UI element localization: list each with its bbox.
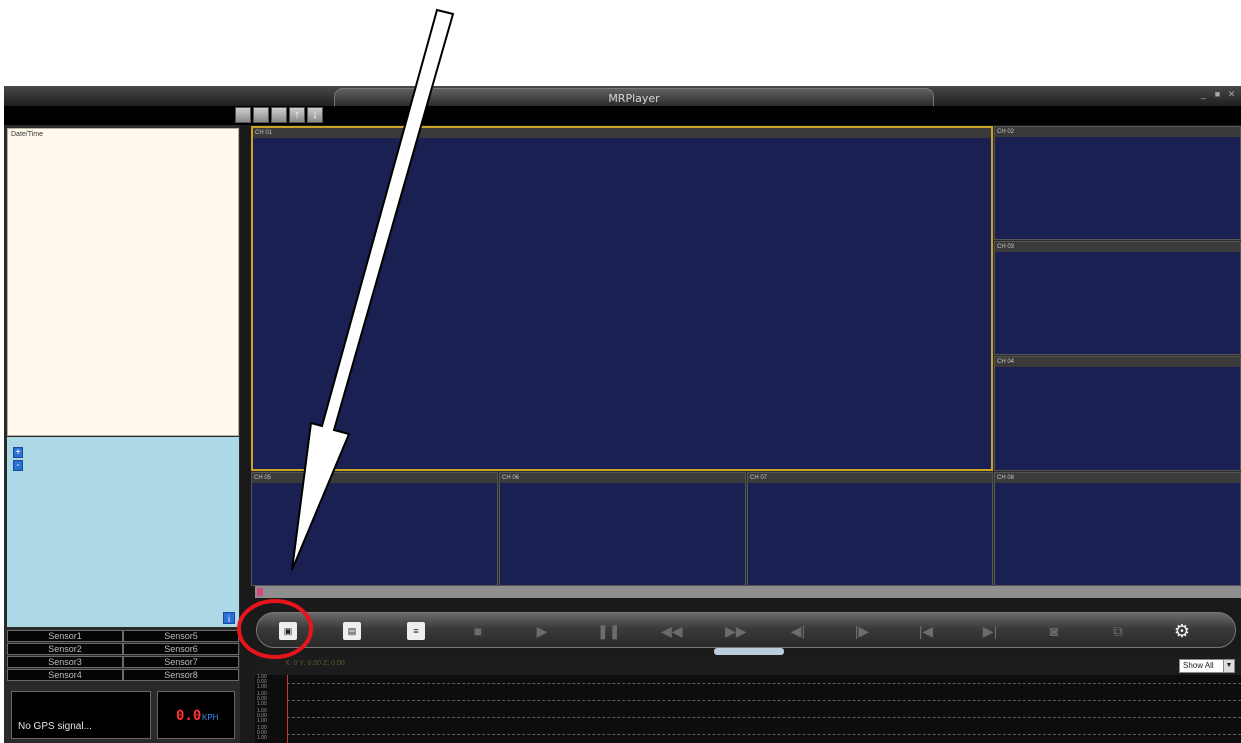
panel-splitter[interactable] bbox=[714, 648, 784, 655]
snapshot-icon[interactable]: ◙ bbox=[1045, 622, 1063, 640]
sensor-1: Sensor1 bbox=[7, 630, 123, 642]
timeline-row: 1.00 0.00 1.00 bbox=[255, 726, 1241, 743]
maximize-icon[interactable]: ■ bbox=[1212, 89, 1223, 100]
show-all-value: Show All bbox=[1183, 661, 1214, 670]
timeline-axis-readout: X: 0 Y: 0.00 Z: 0.00 bbox=[285, 660, 345, 667]
next-icon[interactable]: ▶| bbox=[981, 622, 999, 640]
sensor-2: Sensor2 bbox=[7, 643, 123, 655]
rewind-icon[interactable]: ◀◀ bbox=[661, 622, 683, 640]
screenshot-stage: MRPlayer _ ■ ✕ ↑ ↓ Date/Time + - i Senso… bbox=[0, 0, 1241, 743]
layout-3-icon[interactable] bbox=[271, 107, 287, 123]
fast-forward-icon[interactable]: ▶▶ bbox=[725, 622, 747, 640]
layout-1-icon[interactable] bbox=[235, 107, 251, 123]
sensor-grid: Sensor1 Sensor5 Sensor2 Sensor6 Sensor3 … bbox=[7, 630, 239, 681]
sensor-6: Sensor6 bbox=[123, 643, 239, 655]
map-zoom-in-button[interactable]: + bbox=[13, 447, 23, 458]
upload-icon[interactable]: ↑ bbox=[289, 107, 305, 123]
speed-value: 0.0 bbox=[176, 708, 202, 724]
timeline-cursor[interactable] bbox=[287, 675, 288, 743]
speedometer: 0.0 KPH bbox=[157, 691, 235, 739]
progress-handle[interactable] bbox=[257, 588, 263, 596]
window-controls: _ ■ ✕ bbox=[1198, 89, 1237, 100]
channel-5[interactable]: CH 05 bbox=[251, 472, 498, 586]
gps-area: No GPS signal... 0.0 KPH bbox=[7, 686, 239, 743]
step-forward-icon[interactable]: |▶ bbox=[853, 622, 871, 640]
left-panel: Date/Time + - i Sensor1 Sensor5 Sensor2 … bbox=[4, 125, 240, 743]
playback-progress-bar[interactable] bbox=[255, 586, 1241, 598]
datetime-list[interactable]: Date/Time bbox=[7, 128, 239, 436]
export-icon[interactable]: ⧉ bbox=[1109, 622, 1127, 640]
download-icon[interactable]: ↓ bbox=[307, 107, 323, 123]
stop-icon[interactable]: ■ bbox=[469, 622, 487, 640]
channel-label: CH 04 bbox=[995, 357, 1240, 367]
minimize-icon[interactable]: _ bbox=[1198, 89, 1209, 100]
title-bar: MRPlayer _ ■ ✕ bbox=[4, 86, 1241, 106]
map-zoom-out-button[interactable]: - bbox=[13, 460, 23, 471]
sensor-3: Sensor3 bbox=[7, 656, 123, 668]
timeline-row: 1.00 0.00 1.00 bbox=[255, 675, 1241, 692]
channel-3[interactable]: CH 03 bbox=[994, 241, 1241, 355]
channel-7[interactable]: CH 07 bbox=[747, 472, 993, 586]
channel-6[interactable]: CH 06 bbox=[499, 472, 746, 586]
gps-status: No GPS signal... bbox=[18, 721, 92, 732]
gps-status-box: No GPS signal... bbox=[11, 691, 151, 739]
timeline-header: X: 0 Y: 0.00 Z: 0.00 Show All ▼ bbox=[255, 655, 1241, 675]
video-grid: CH 01 CH 02 CH 03 CH 04 CH 05 CH 06 CH 0… bbox=[251, 126, 1241, 586]
previous-icon[interactable]: |◀ bbox=[917, 622, 935, 640]
sensor-7: Sensor7 bbox=[123, 656, 239, 668]
channel-label: CH 05 bbox=[252, 473, 497, 483]
channel-label: CH 03 bbox=[995, 242, 1240, 252]
chevron-down-icon[interactable]: ▼ bbox=[1223, 660, 1234, 672]
channel-label: CH 06 bbox=[500, 473, 745, 483]
channel-1[interactable]: CH 01 bbox=[251, 126, 993, 471]
sd-card-icon[interactable]: ▤ bbox=[343, 622, 361, 640]
speed-unit: KPH bbox=[202, 713, 219, 722]
timeline-row: 1.00 0.00 1.00 bbox=[255, 709, 1241, 726]
sensor-8: Sensor8 bbox=[123, 669, 239, 681]
settings-icon[interactable]: ⚙ bbox=[1173, 622, 1191, 640]
channel-label: CH 07 bbox=[748, 473, 992, 483]
show-all-dropdown[interactable]: Show All ▼ bbox=[1179, 659, 1235, 673]
channel-label: CH 02 bbox=[995, 127, 1240, 137]
play-icon[interactable]: ▶ bbox=[533, 622, 551, 640]
ssd-icon[interactable]: ≡ bbox=[407, 622, 425, 640]
channel-4[interactable]: CH 04 bbox=[994, 356, 1241, 471]
timeline-row: 1.00 0.00 1.00 bbox=[255, 692, 1241, 709]
pause-icon[interactable]: ❚❚ bbox=[597, 622, 620, 640]
channel-label: CH 01 bbox=[253, 128, 991, 138]
open-file-icon[interactable]: ▣ bbox=[279, 622, 297, 640]
mrplayer-window: MRPlayer _ ■ ✕ ↑ ↓ Date/Time + - i Senso… bbox=[4, 86, 1241, 743]
timeline-graph[interactable]: 1.00 0.00 1.00 1.00 0.00 1.00 1.00 0.00 1.00 1… bbox=[255, 675, 1241, 743]
close-icon[interactable]: ✕ bbox=[1226, 89, 1237, 100]
map-info-button[interactable]: i bbox=[223, 612, 235, 624]
title-tab: MRPlayer bbox=[334, 88, 934, 106]
toolbar: ↑ ↓ bbox=[4, 106, 1241, 125]
datetime-header: Date/Time bbox=[11, 131, 44, 138]
channel-label: CH 08 bbox=[995, 473, 1240, 483]
sensor-4: Sensor4 bbox=[7, 669, 123, 681]
sensor-5: Sensor5 bbox=[123, 630, 239, 642]
map-view[interactable]: + - i bbox=[7, 437, 239, 627]
channel-2[interactable]: CH 02 bbox=[994, 126, 1241, 240]
playback-controls: ▣ ▤ ≡ ■ ▶ ❚❚ ◀◀ ▶▶ ◀| |▶ |◀ ▶| ◙ ⧉ ⚙ bbox=[256, 612, 1236, 648]
window-title: MRPlayer bbox=[608, 92, 660, 105]
layout-2-icon[interactable] bbox=[253, 107, 269, 123]
channel-8[interactable]: CH 08 bbox=[994, 472, 1241, 586]
step-back-icon[interactable]: ◀| bbox=[789, 622, 807, 640]
